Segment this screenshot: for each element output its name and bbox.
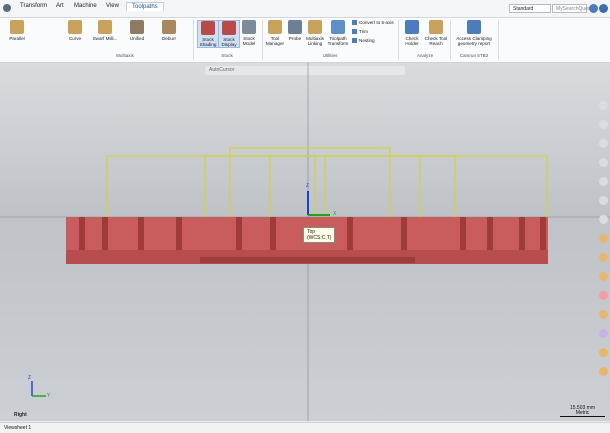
tab-transform[interactable]: Transform: [20, 3, 47, 9]
side-tool-5-icon[interactable]: [599, 177, 608, 186]
tool-manager-button[interactable]: Tool Manager: [265, 20, 285, 46]
stock-shading-icon: [201, 21, 215, 35]
unified-icon: [130, 20, 144, 34]
group-divider: [450, 20, 451, 60]
side-tool-7-icon[interactable]: [599, 215, 608, 224]
side-tool-1-icon[interactable]: [599, 101, 608, 110]
deburr-button[interactable]: Deburr: [156, 20, 182, 41]
group-label-analyze: Analyze: [416, 53, 434, 58]
help-icon[interactable]: [589, 4, 598, 13]
tab-view[interactable]: View: [106, 3, 119, 9]
side-tool-12-icon[interactable]: [599, 310, 608, 319]
nesting-button[interactable]: Nesting: [352, 38, 375, 44]
gizmo-x-label: X: [333, 211, 337, 217]
group-label-camrun: Camrun 5TB2: [459, 53, 489, 58]
gizmo-z-label: Z: [306, 183, 310, 189]
linking-icon: [308, 20, 322, 34]
tab-toolpaths[interactable]: Toolpaths: [126, 2, 164, 11]
clamping-report-button[interactable]: Access Clamping geometry report: [454, 20, 494, 46]
stock-outline: [106, 147, 548, 219]
app-menu-icon[interactable]: [3, 4, 11, 12]
stock-model-button[interactable]: Stock Model: [239, 20, 259, 46]
group-label-stock: Stock: [221, 53, 233, 58]
probe-icon: [288, 20, 302, 34]
tab-art[interactable]: Art: [56, 3, 64, 9]
view-name-label: Right: [14, 412, 27, 418]
check-tool-reach-button[interactable]: Check Tool Reach: [424, 20, 448, 46]
side-tool-6-icon[interactable]: [599, 196, 608, 205]
curve-icon: [68, 20, 82, 34]
viewsheet-tab[interactable]: Viewsheet 1: [4, 425, 31, 431]
trim-icon: [352, 29, 357, 35]
stock-shading-button[interactable]: Stock Shading: [197, 20, 219, 48]
swarf-milling-button[interactable]: Swarf Milli...: [90, 20, 120, 41]
side-tool-14-icon[interactable]: [599, 348, 608, 357]
side-tool-4-icon[interactable]: [599, 158, 608, 167]
curve-button[interactable]: Curve: [62, 20, 88, 41]
gizmo-axes: [307, 191, 330, 216]
group-divider: [398, 20, 399, 60]
trim-button[interactable]: Trim: [352, 29, 368, 35]
ribbon: Parallel Curve Swarf Milli... Unified De…: [0, 18, 610, 63]
search-field[interactable]: MySearchQuery: [552, 4, 592, 13]
part-foot: [200, 257, 415, 263]
ribbon-tabs: Transform Art Machine View Toolpaths Sta…: [0, 0, 610, 18]
scale-units: Metric: [575, 410, 590, 416]
triad-y-label: Y: [47, 393, 51, 399]
convert-5axis-button[interactable]: Convert to 5-axis: [352, 20, 394, 26]
group-label-multiaxis: Multiaxis: [116, 53, 134, 58]
side-tool-10-icon[interactable]: [599, 272, 608, 281]
side-tool-9-icon[interactable]: [599, 253, 608, 262]
triad-z-label: Z: [28, 375, 32, 381]
probe-button[interactable]: Probe: [287, 20, 303, 41]
parallel-icon: [10, 20, 24, 34]
clamping-report-icon: [467, 20, 481, 34]
transform-icon: [331, 20, 345, 34]
side-tool-11-icon[interactable]: [599, 291, 608, 300]
group-divider: [498, 20, 499, 60]
check-holder-button[interactable]: Check Holder: [402, 20, 422, 46]
convert-icon: [352, 20, 357, 26]
wcs-tooltip: Top (WCS:C,T): [303, 227, 336, 243]
stock-model-icon: [242, 20, 256, 34]
graphics-viewport[interactable]: AutoCursor Z X Z Y Top (WCS:C,T) Right 1…: [0, 63, 610, 421]
toolpath-transform-button[interactable]: Toolpath Transform: [327, 20, 349, 46]
swarf-icon: [98, 20, 112, 34]
unified-button[interactable]: Unified: [124, 20, 150, 41]
group-divider: [262, 20, 263, 60]
side-tool-8-icon[interactable]: [599, 234, 608, 243]
side-tool-3-icon[interactable]: [599, 139, 608, 148]
side-tool-2-icon[interactable]: [599, 120, 608, 129]
status-bar: Viewsheet 1: [0, 422, 610, 433]
group-label-utilities: Utilities: [322, 53, 338, 58]
stock-display-button[interactable]: Stock Display: [218, 20, 240, 48]
tab-machine[interactable]: Machine: [74, 3, 97, 9]
side-tool-13-icon[interactable]: [599, 329, 608, 338]
tool-manager-icon: [268, 20, 282, 34]
scale-bar: 15.503 mm Metric: [560, 406, 605, 417]
side-tool-15-icon[interactable]: [599, 367, 608, 376]
deburr-icon: [162, 20, 176, 34]
tool-reach-icon: [429, 20, 443, 34]
view-triad: [31, 381, 46, 397]
parallel-button[interactable]: Parallel: [4, 20, 30, 41]
group-divider: [193, 20, 194, 60]
view-combo[interactable]: Standard: [509, 4, 551, 13]
info-icon[interactable]: [599, 4, 608, 13]
multiaxis-linking-button[interactable]: Multiaxis Linking: [304, 20, 326, 46]
stock-display-icon: [222, 21, 236, 35]
nesting-icon: [352, 38, 357, 44]
check-holder-icon: [405, 20, 419, 34]
